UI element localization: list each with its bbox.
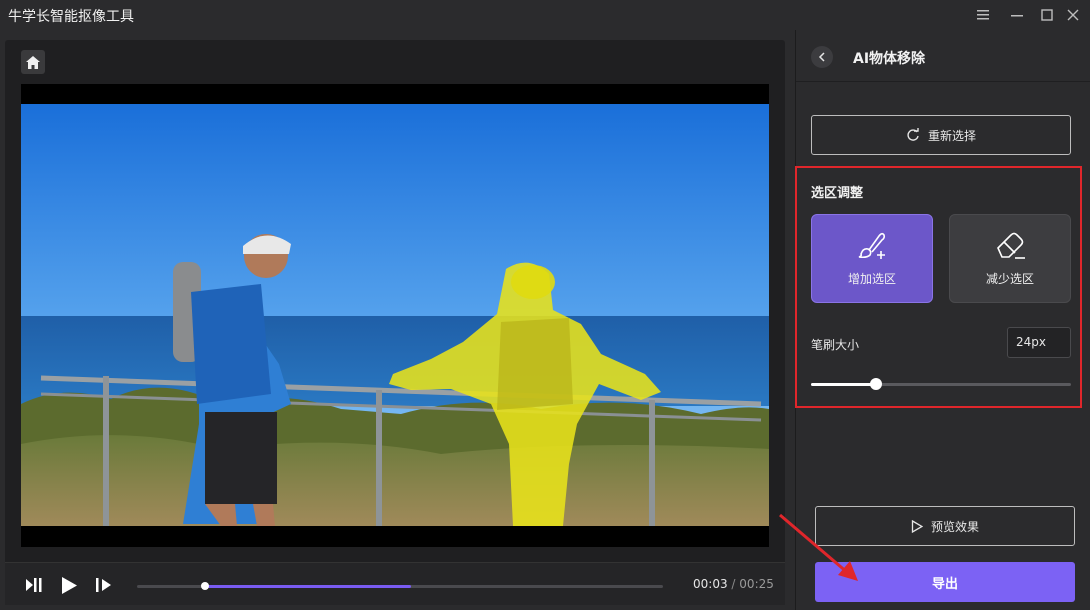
- current-time: 00:03: [693, 577, 728, 591]
- timeline-progress: [205, 585, 411, 588]
- minimize-icon[interactable]: [1006, 5, 1028, 25]
- menu-icon[interactable]: [972, 5, 994, 25]
- time-separator: /: [731, 577, 736, 591]
- eraser-minus-icon: [997, 232, 1025, 259]
- play-button[interactable]: [58, 575, 80, 595]
- step-back-icon: [26, 578, 42, 592]
- app-title: 牛学长智能抠像工具: [8, 9, 134, 25]
- brush-add-icon: [858, 232, 886, 259]
- panel-title: AI物体移除: [853, 51, 926, 67]
- previous-frame-button[interactable]: [23, 575, 45, 595]
- reduce-selection-label: 减少选区: [985, 272, 1034, 286]
- timeline-scrubber[interactable]: [137, 582, 663, 590]
- back-button[interactable]: [811, 46, 833, 68]
- refresh-icon: [907, 128, 919, 141]
- maximize-icon[interactable]: [1036, 5, 1058, 25]
- export-button[interactable]: 导出: [815, 562, 1075, 602]
- brush-size-slider[interactable]: [811, 378, 1071, 390]
- home-icon: [26, 55, 40, 69]
- preview-label: 预览效果: [930, 519, 979, 534]
- time-readout: 00:03 / 00:25: [693, 577, 774, 591]
- play-outline-icon: [911, 519, 923, 533]
- reselect-button[interactable]: 重新选择: [811, 115, 1071, 155]
- preview-button[interactable]: 预览效果: [815, 506, 1075, 546]
- brush-size-input[interactable]: 24px: [1007, 327, 1071, 358]
- total-time: 00:25: [739, 577, 774, 591]
- next-frame-button[interactable]: [93, 575, 115, 595]
- close-icon[interactable]: [1062, 5, 1084, 25]
- panel-header: AI物体移除: [796, 30, 1090, 82]
- video-panel: 00:03 / 00:25: [5, 40, 785, 605]
- video-preview[interactable]: [21, 84, 769, 547]
- playhead-handle[interactable]: [201, 582, 210, 590]
- add-selection-label: 增加选区: [847, 272, 896, 286]
- playback-controls: 00:03 / 00:25: [5, 562, 785, 605]
- brush-size-label: 笔刷大小: [811, 338, 860, 352]
- brush-size-handle[interactable]: [870, 378, 882, 390]
- export-label: 导出: [931, 576, 958, 592]
- video-frame-image: [21, 104, 769, 526]
- home-button[interactable]: [21, 50, 45, 74]
- selection-adjust-title: 选区调整: [811, 186, 864, 201]
- add-selection-button[interactable]: 增加选区: [811, 214, 933, 303]
- reselect-label: 重新选择: [927, 128, 976, 143]
- reduce-selection-button[interactable]: 减少选区: [949, 214, 1071, 303]
- step-forward-icon: [96, 578, 111, 592]
- play-icon: [62, 576, 77, 594]
- chevron-left-icon: [818, 52, 825, 62]
- brush-size-fill: [811, 383, 876, 386]
- title-bar: 牛学长智能抠像工具: [0, 0, 1090, 30]
